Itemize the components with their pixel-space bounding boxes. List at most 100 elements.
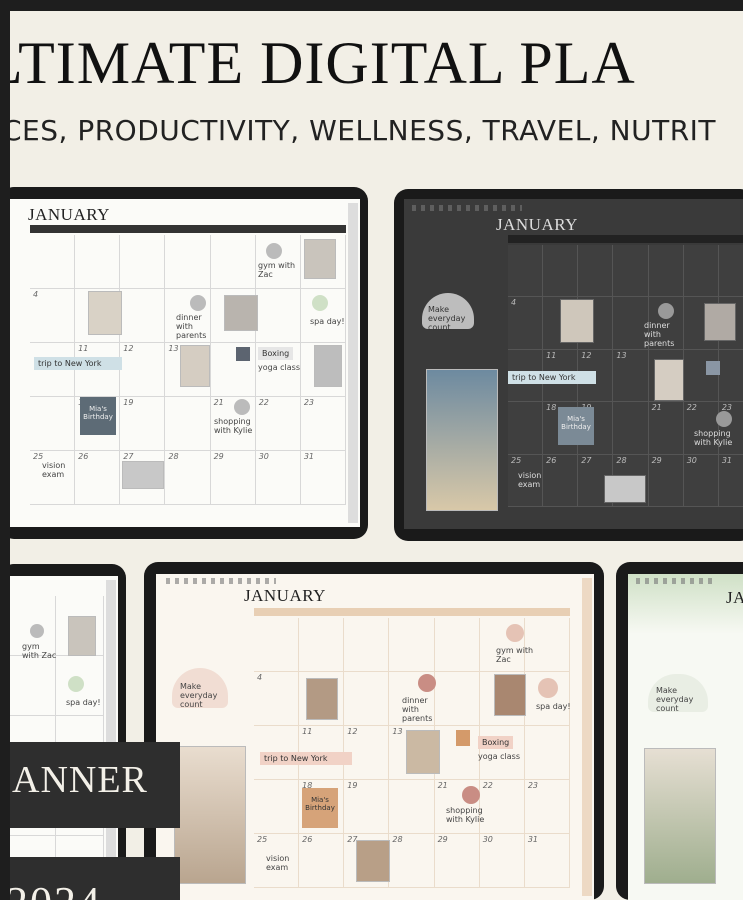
calendar-cell: 28 — [165, 451, 211, 505]
tablet-dark: JANUARY Make everyday count 4 11 12 13 1… — [394, 189, 743, 541]
date-number: 19 — [347, 781, 358, 790]
weekday-bar — [30, 225, 346, 233]
calendar-cell: 31 — [524, 834, 570, 888]
note-shopping: shopping with Kylie — [446, 806, 485, 824]
toolbar — [412, 205, 522, 211]
photo-thumbnail — [704, 303, 736, 341]
month-title: JANUARY — [244, 586, 326, 605]
calendar-cell: 4 — [254, 672, 300, 726]
heart-mantra: Make everyday count — [648, 674, 708, 713]
sticky-mia-birthday: Mia's Birthday — [302, 788, 338, 828]
sticker-circle — [312, 295, 328, 311]
calendar-cell — [683, 349, 719, 403]
photo-thumbnail — [180, 345, 210, 387]
toolbar — [166, 578, 276, 584]
photo-thumbnail — [314, 345, 342, 387]
planner-label: ANNER — [10, 742, 180, 828]
date-number: 29 — [213, 452, 224, 461]
date-number: 31 — [721, 455, 733, 465]
note-shopping: shopping with Kylie — [694, 429, 733, 447]
calendar-cell: 29 — [648, 454, 684, 507]
date-number: 29 — [437, 835, 448, 844]
calendar-cell — [578, 245, 614, 298]
date-number: 4 — [257, 673, 263, 682]
calendar-cell — [10, 656, 56, 716]
calendar-cell — [524, 726, 570, 780]
note-spa: spa day! — [536, 702, 571, 711]
photo-thumbnail — [224, 295, 258, 331]
sticker-circle — [462, 786, 480, 804]
tablet-light-screen: JANUARY 4 11 12 13 19 21 22 23 25 26 27 … — [10, 199, 360, 527]
date-number: 25 — [33, 452, 44, 461]
calendar-cell: 29 — [210, 451, 256, 505]
date-number: 11 — [302, 727, 313, 736]
photo-thumbnail — [122, 461, 164, 489]
calendar-cell — [254, 618, 300, 672]
tag-trip: trip to New York — [34, 357, 122, 370]
sticky-mia-birthday: Mia's Birthday — [80, 397, 116, 435]
date-number: 22 — [686, 403, 697, 413]
tablet-beige-screen: JANUARY Make everyday count 4 11 12 13 1… — [156, 574, 594, 900]
calendar-cell: 31 — [300, 451, 346, 505]
calendar-cell: 30 — [683, 454, 719, 507]
date-number: 29 — [651, 455, 662, 465]
calendar-cell — [389, 618, 435, 672]
weekday-bar — [508, 235, 743, 243]
month-title: JANUARY — [496, 215, 578, 234]
date-number: 31 — [527, 835, 539, 844]
calendar-cell — [210, 235, 256, 289]
calendar-cell — [30, 343, 76, 397]
calendar-cell — [254, 780, 300, 834]
date-number: 12 — [581, 350, 592, 360]
year-label: 2024 — [10, 857, 180, 900]
calendar-cell: 4 — [508, 297, 544, 350]
calendar-cell: 29 — [434, 834, 480, 888]
note-yoga: yoga class — [258, 363, 301, 372]
note-vision: vision exam — [42, 461, 66, 479]
note-spa: spa day! — [310, 317, 345, 326]
calendar-cell: 22 — [255, 397, 301, 451]
banner-subtitle: CES, PRODUCTIVITY, WELLNESS, TRAVEL, NUT… — [10, 114, 717, 147]
calendar-cell — [120, 289, 166, 343]
tablet-light-small: gym with Zac spa day! — [10, 564, 126, 900]
note-gym: gym with Zac — [496, 646, 534, 664]
note-dinner: dinner with parents — [176, 313, 207, 340]
calendar-cell: 4 — [30, 289, 76, 343]
heart-mantra: Make everyday count — [422, 293, 474, 332]
bookmark — [456, 730, 470, 746]
calendar-cell: 12 — [120, 343, 166, 397]
calendar-cell: 26 — [75, 451, 121, 505]
calendar-cell: 28 — [389, 834, 435, 888]
calendar-cell — [543, 245, 579, 298]
date-number: 12 — [347, 727, 358, 736]
year-text: 2024 — [10, 877, 102, 900]
date-number: 4 — [33, 290, 39, 299]
calendar-cell: 21 — [648, 402, 684, 455]
note-dinner: dinner with parents — [402, 696, 433, 723]
note-dinner: dinner with parents — [644, 321, 675, 348]
calendar-cell — [120, 235, 166, 289]
photo-thumbnail — [494, 674, 526, 716]
date-number: 28 — [616, 455, 627, 465]
calendar-cell: 23 — [300, 397, 346, 451]
sticker-circle — [234, 399, 250, 415]
calendar-cell: 19 — [120, 397, 166, 451]
date-number: 27 — [123, 452, 134, 461]
date-number: 26 — [546, 455, 557, 465]
tag-trip: trip to New York — [260, 752, 352, 765]
calendar-cell — [255, 289, 301, 343]
photo-thumbnail — [560, 299, 594, 343]
month-tabs — [582, 578, 592, 896]
photo-thumbnail — [68, 616, 96, 656]
note-shopping: shopping with Kylie — [214, 417, 253, 435]
sticker-circle — [190, 295, 206, 311]
calendar-cell — [718, 245, 743, 298]
calendar-cell — [434, 618, 480, 672]
date-number: 21 — [437, 781, 448, 790]
sticker-circle — [266, 243, 282, 259]
calendar-cell: 31 — [718, 454, 743, 507]
date-number: 30 — [258, 452, 269, 461]
photo-collage — [426, 369, 498, 511]
date-number: 21 — [213, 398, 224, 407]
calendar-cell — [718, 349, 743, 403]
